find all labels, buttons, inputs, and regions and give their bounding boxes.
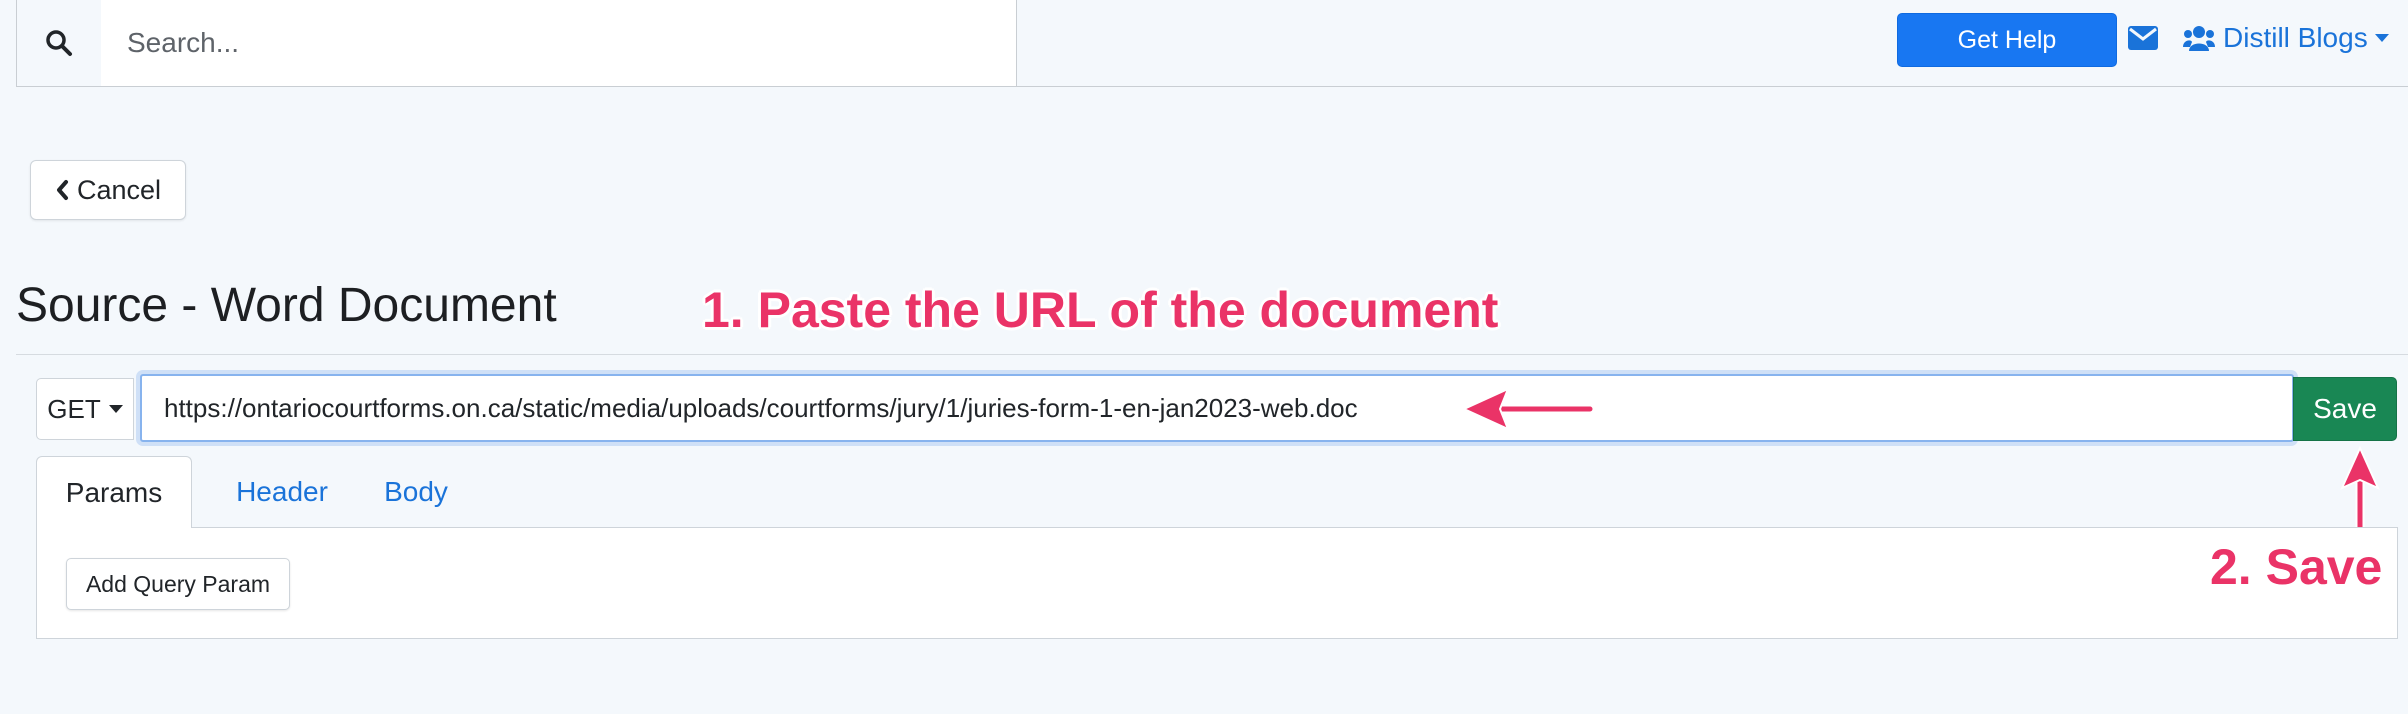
http-method-select[interactable]: GET xyxy=(36,378,134,440)
envelope-icon[interactable] xyxy=(2128,26,2158,50)
search-input[interactable] xyxy=(101,0,1017,86)
caret-down-icon xyxy=(2374,34,2389,42)
cancel-label: Cancel xyxy=(76,174,162,205)
distill-blogs-menu[interactable]: Distill Blogs xyxy=(2183,18,2389,58)
tab-header[interactable]: Header xyxy=(222,456,342,528)
tab-params[interactable]: Params xyxy=(36,456,192,528)
url-input[interactable] xyxy=(140,374,2294,442)
active-tab-connector xyxy=(37,526,191,528)
users-icon xyxy=(2183,26,2215,51)
search-icon[interactable] xyxy=(17,0,101,86)
cancel-button[interactable]: Cancel xyxy=(30,160,186,220)
tab-body[interactable]: Body xyxy=(366,456,466,528)
add-query-param-button[interactable]: Add Query Param xyxy=(66,558,290,610)
search-icon-glyph xyxy=(46,30,72,56)
page-title: Source - Word Document xyxy=(16,279,557,332)
save-button[interactable]: Save xyxy=(2293,377,2397,441)
annotation-arrow-left xyxy=(1461,387,1595,431)
caret-down-icon xyxy=(108,405,123,413)
chevron-left-icon xyxy=(56,180,68,200)
params-panel xyxy=(36,527,2398,639)
annotation-step-2: 2. Save xyxy=(2210,539,2383,595)
http-method-label: GET xyxy=(47,393,101,424)
title-divider xyxy=(16,354,2408,355)
request-tabs: Params Header Body xyxy=(36,456,2398,528)
annotation-step-1: 1. Paste the URL of the document xyxy=(702,282,1499,338)
get-help-button[interactable]: Get Help xyxy=(1897,13,2117,67)
distill-blogs-label: Distill Blogs xyxy=(2223,22,2368,53)
